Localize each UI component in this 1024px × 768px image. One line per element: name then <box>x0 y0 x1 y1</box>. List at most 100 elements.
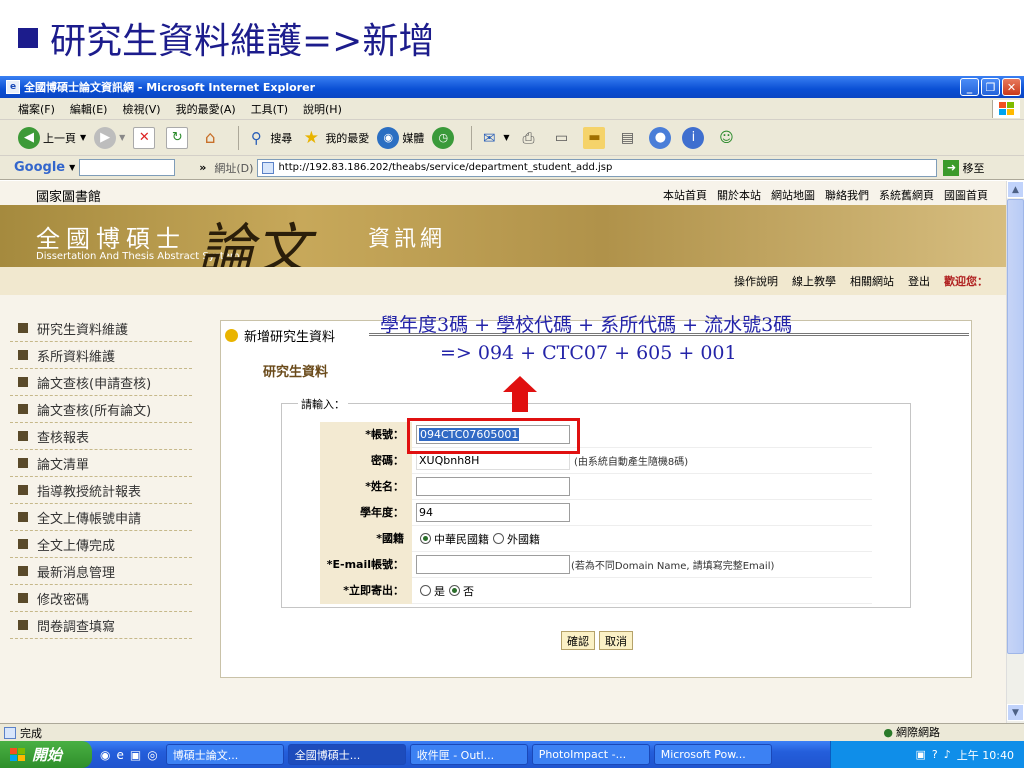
menu-help[interactable]: 說明(H) <box>303 101 342 117</box>
sidebar-item-student-data[interactable]: 研究生資料維護 <box>10 315 192 342</box>
toolbar-separator <box>238 125 240 150</box>
task-ie[interactable]: 全國博碩士... <box>287 744 406 765</box>
messenger-button[interactable]: ● <box>649 126 674 149</box>
history-button[interactable]: ◷ <box>432 126 457 149</box>
maximize-button[interactable]: ❐ <box>981 78 1000 96</box>
confirm-button[interactable]: 確認 <box>561 631 595 650</box>
refresh-button[interactable]: ↻ <box>166 126 191 149</box>
input-fieldset: 請輸入： *帳號： 094CTC07605001 密碼： XUQbnh8H (由… <box>281 396 911 608</box>
close-button[interactable]: ✕ <box>1002 78 1021 96</box>
google-search-input[interactable] <box>79 159 176 176</box>
favorites-button[interactable]: ★ 我的最愛 <box>300 127 370 149</box>
go-button[interactable]: ➜ 移至 <box>943 159 984 176</box>
sidebar-item-upload-account[interactable]: 全文上傳帳號申請 <box>10 504 192 531</box>
sidebar-item-news[interactable]: 最新消息管理 <box>10 558 192 585</box>
email-label: *E-mail帳號： <box>320 552 412 578</box>
sidebar-item-department-data[interactable]: 系所資料維護 <box>10 342 192 369</box>
account-label: *帳號： <box>320 422 412 448</box>
google-toolbar-label[interactable]: Google <box>14 160 65 175</box>
sidebar-item-review-apply[interactable]: 論文查核(申請查核) <box>10 369 192 396</box>
menu-view[interactable]: 檢視(V) <box>122 101 160 117</box>
info-button[interactable]: i <box>682 126 707 149</box>
sidebar-item-advisor-report[interactable]: 指導教授統計報表 <box>10 477 192 504</box>
toolbar-overflow-icon[interactable]: » <box>199 161 206 174</box>
menu-favorites[interactable]: 我的最愛(A) <box>176 101 236 117</box>
link-home[interactable]: 本站首頁 <box>663 187 707 203</box>
sidebar-item-password[interactable]: 修改密碼 <box>10 585 192 612</box>
send-no-radio[interactable] <box>449 585 460 596</box>
info-icon: i <box>682 126 705 149</box>
discuss-button[interactable]: ▬ <box>583 126 608 149</box>
quicklaunch-desktop-icon[interactable]: ▣ <box>130 748 141 762</box>
address-input[interactable]: http://192.83.186.202/theabs/service/dep… <box>257 158 938 177</box>
sidebar-item-thesis-list[interactable]: 論文清單 <box>10 450 192 477</box>
task-photoimpact[interactable]: PhotoImpact -... <box>531 744 650 765</box>
sidebar-item-review-report[interactable]: 查核報表 <box>10 423 192 450</box>
link-instructions[interactable]: 操作說明 <box>734 273 778 289</box>
link-logout[interactable]: 登出 <box>908 273 930 289</box>
sidebar-item-upload-done[interactable]: 全文上傳完成 <box>10 531 192 558</box>
media-button[interactable]: ◉ 媒體 <box>377 126 424 149</box>
tray-help-icon[interactable]: ? <box>932 748 938 761</box>
edit-icon: ▭ <box>554 129 569 146</box>
back-button[interactable]: ◀ 上一頁 ▼ <box>18 126 86 149</box>
link-about[interactable]: 關於本站 <box>717 187 761 203</box>
quicklaunch-app-icon[interactable]: ◉ <box>100 748 110 762</box>
print-button[interactable]: ⎙ <box>517 127 542 149</box>
zone-label: 網際網路 <box>896 726 940 739</box>
link-related[interactable]: 相關網站 <box>850 273 894 289</box>
mail-icon: ✉ <box>483 128 496 147</box>
account-row: *帳號： 094CTC07605001 <box>320 422 872 448</box>
cancel-button[interactable]: 取消 <box>599 631 633 650</box>
clock[interactable]: 上午 10:40 <box>957 747 1014 763</box>
send-label: *立即寄出： <box>320 578 412 604</box>
brand-subtitle: 資訊網 <box>368 227 447 252</box>
search-button[interactable]: ⚲ 搜尋 <box>245 127 293 149</box>
stop-button[interactable]: ✕ <box>133 126 158 149</box>
users-button[interactable]: ☺ <box>715 127 740 149</box>
email-input[interactable] <box>416 555 570 574</box>
nationality-foreign-radio[interactable] <box>493 533 504 544</box>
window-titlebar[interactable]: e 全國博碩士論文資訊網 - Microsoft Internet Explor… <box>0 76 1024 98</box>
name-input[interactable] <box>416 477 570 496</box>
link-tutorial[interactable]: 線上教學 <box>792 273 836 289</box>
research-button[interactable]: ▤ <box>616 127 641 149</box>
password-label: 密碼： <box>320 448 412 474</box>
email-row: *E-mail帳號： (若為不同Domain Name, 請填寫完整Email) <box>320 552 872 578</box>
task-folder[interactable]: 博碩士論文... <box>165 744 284 765</box>
link-ncl-home[interactable]: 國圖首頁 <box>944 187 988 203</box>
stop-icon: ✕ <box>133 126 156 149</box>
forward-button[interactable]: ▶ ▼ <box>94 126 125 149</box>
menu-tools[interactable]: 工具(T) <box>251 101 288 117</box>
scroll-down-icon[interactable]: ▼ <box>1007 704 1024 721</box>
mail-button[interactable]: ✉ ▼ <box>478 127 509 149</box>
back-arrow-icon: ◀ <box>18 126 40 149</box>
search-label: 搜尋 <box>270 131 293 145</box>
send-yes-radio[interactable] <box>420 585 431 596</box>
square-bullet-icon <box>18 620 28 630</box>
tray-network-icon[interactable]: ▣ <box>916 748 926 761</box>
tray-volume-icon[interactable]: ♪ <box>944 748 951 761</box>
sidebar-item-survey[interactable]: 問卷調查填寫 <box>10 612 192 639</box>
minimize-button[interactable]: _ <box>960 78 979 96</box>
vertical-scrollbar[interactable]: ▲ ▼ <box>1006 181 1024 723</box>
task-outlook[interactable]: 收件匣 - Outl... <box>409 744 528 765</box>
link-sitemap[interactable]: 網站地圖 <box>771 187 815 203</box>
scroll-thumb[interactable] <box>1007 199 1024 654</box>
quicklaunch-media-icon[interactable]: ◎ <box>147 748 157 762</box>
menu-edit[interactable]: 編輯(E) <box>70 101 108 117</box>
menu-file[interactable]: 檔案(F) <box>18 101 55 117</box>
task-powerpoint[interactable]: Microsoft Pow... <box>653 744 772 765</box>
windows-logo-icon <box>992 100 1020 118</box>
start-button[interactable]: 開始 <box>0 741 92 768</box>
link-old-site[interactable]: 系統舊網頁 <box>879 187 934 203</box>
sidebar-item-review-all[interactable]: 論文查核(所有論文) <box>10 396 192 423</box>
link-contact[interactable]: 聯絡我們 <box>825 187 869 203</box>
edit-button[interactable]: ▭ <box>550 127 575 149</box>
year-input[interactable]: 94 <box>416 503 570 522</box>
quicklaunch-ie-icon[interactable]: e <box>116 748 123 762</box>
scroll-up-icon[interactable]: ▲ <box>1007 181 1024 198</box>
start-label: 開始 <box>32 746 63 764</box>
home-button[interactable]: ⌂ <box>199 127 224 149</box>
nationality-domestic-radio[interactable] <box>420 533 431 544</box>
